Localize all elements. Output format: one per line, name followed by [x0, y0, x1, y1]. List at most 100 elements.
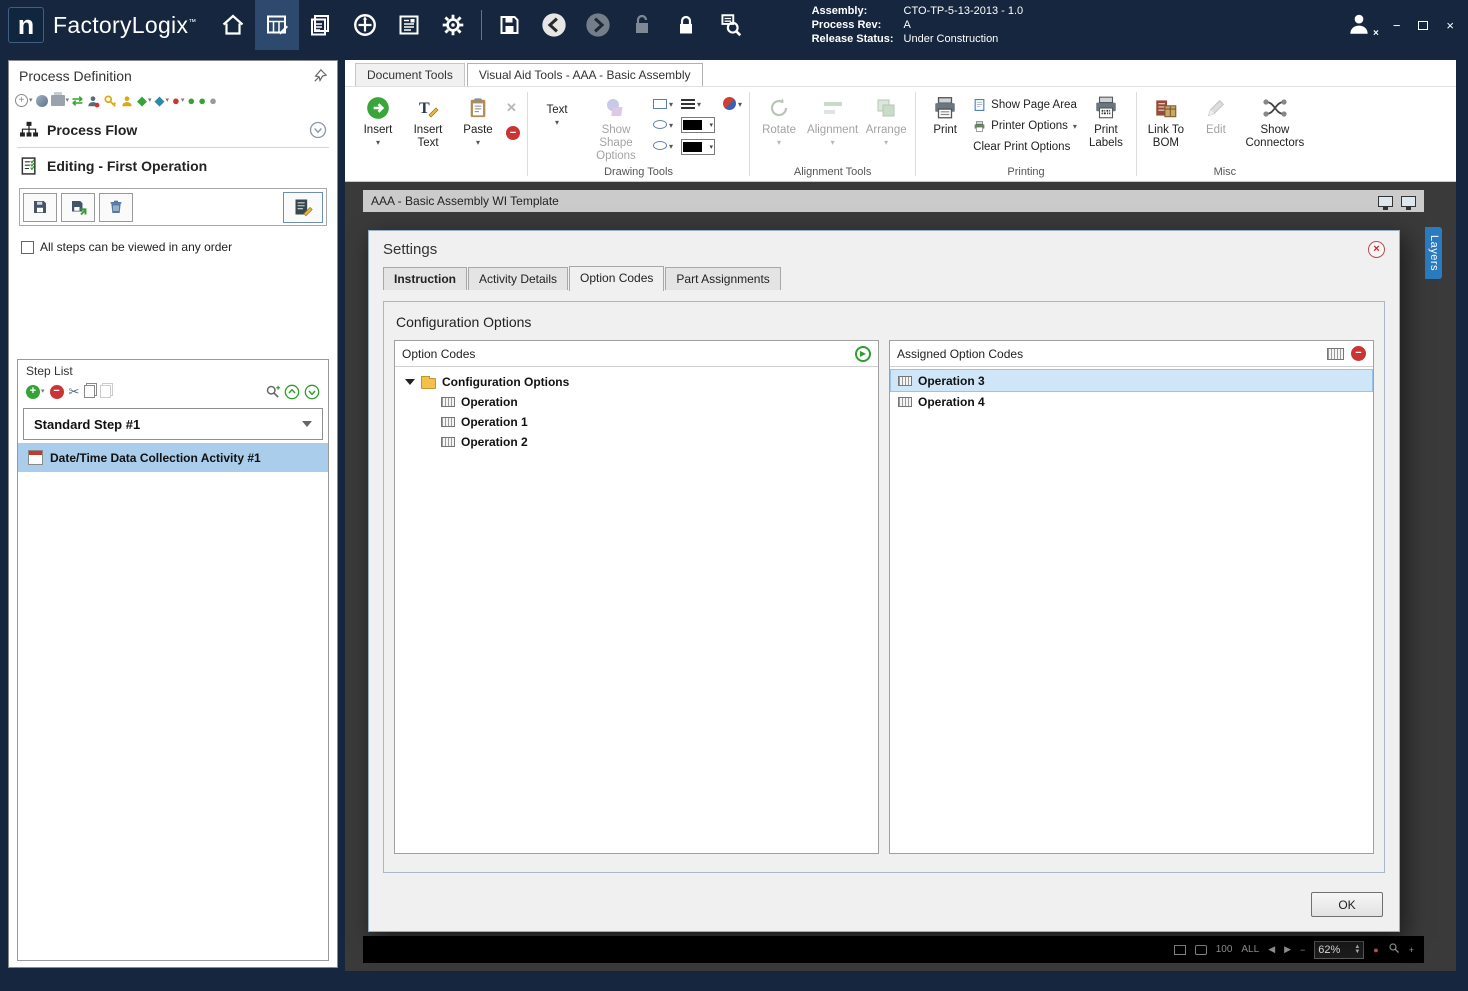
zoom-100-button[interactable]: 100 [1216, 944, 1233, 955]
tree-item-operation-1[interactable]: Operation 1 [399, 412, 874, 432]
start-icon[interactable]: ● [187, 92, 195, 109]
tree-item-operation-2[interactable]: Operation 2 [399, 432, 874, 452]
tree-item-operation[interactable]: Operation [399, 392, 874, 412]
clear-print-options-button[interactable]: Clear Print Options [973, 138, 1077, 156]
maximize-button[interactable] [1418, 20, 1429, 30]
magnifier-icon[interactable] [1388, 942, 1400, 957]
remove-object-icon[interactable]: − [506, 126, 520, 140]
tab-activity-details[interactable]: Activity Details [468, 267, 569, 290]
insert-text-button[interactable]: T Insert Text [406, 92, 450, 150]
close-window-button[interactable]: × [1446, 18, 1454, 33]
ok-button[interactable]: OK [1311, 892, 1383, 917]
assign-option-code-button[interactable]: ▶ [855, 345, 871, 362]
print-button[interactable]: Print [923, 92, 967, 137]
alignment-button[interactable]: Alignment ▾ [807, 92, 858, 147]
stroke-color-dropdown[interactable]: ▾ [681, 117, 716, 133]
export-icon[interactable]: ◆ ▾ [137, 92, 152, 109]
add-step-button[interactable]: + ▾ [26, 383, 45, 400]
save-step-button[interactable] [23, 192, 57, 222]
tab-part-assignments[interactable]: Part Assignments [665, 267, 781, 290]
zoom-out-icon[interactable]: − [1300, 945, 1305, 955]
edit-button[interactable]: Edit [1194, 92, 1238, 137]
zoom-all-button[interactable]: ALL [1241, 944, 1259, 955]
save-button[interactable] [488, 0, 532, 50]
remove-assigned-button[interactable]: − [1351, 346, 1366, 361]
add-circle-icon[interactable]: + ▾ [15, 92, 33, 109]
remove-step-button[interactable]: − [49, 383, 64, 400]
preview-display-icon[interactable] [1378, 195, 1393, 210]
text-button[interactable]: Text ▾ [535, 92, 579, 127]
save-and-close-button[interactable] [61, 192, 95, 222]
print-labels-button[interactable]: Print Labels [1083, 92, 1129, 150]
link-to-bom-button[interactable]: Link To BOM [1144, 92, 1188, 150]
assigned-item-operation-4[interactable]: Operation 4 [891, 391, 1372, 412]
rectangle-shape-button[interactable]: ▾ [653, 96, 673, 111]
tab-visual-aid-tools[interactable]: Visual Aid Tools - AAA - Basic Assembly [466, 63, 703, 86]
any-order-checkbox[interactable] [21, 240, 34, 254]
fit-page-icon[interactable] [1173, 944, 1186, 955]
insert-button[interactable]: Insert ▾ [356, 92, 400, 147]
ellipse-shape-button-2[interactable]: ▾ [653, 138, 673, 153]
ellipse-shape-button[interactable]: ▾ [653, 117, 673, 132]
zoom-spinner-arrows[interactable]: ▲ ▼ [1354, 944, 1360, 955]
key-icon[interactable] [103, 92, 117, 109]
process-editor-button[interactable] [254, 0, 299, 50]
paste-icon[interactable] [100, 383, 112, 400]
collapse-circle-icon[interactable] [309, 121, 327, 139]
user-permissions-icon[interactable] [120, 92, 134, 109]
zoom-in-icon[interactable]: + [1409, 945, 1414, 955]
arrange-button[interactable]: Arrange ▾ [864, 92, 908, 147]
unlock-button[interactable] [620, 0, 664, 50]
attach-icon[interactable] [35, 92, 48, 109]
tab-option-codes[interactable]: Option Codes [569, 266, 665, 291]
find-step-icon[interactable] [265, 383, 280, 400]
color-picker-button[interactable]: ▾ [723, 96, 742, 111]
tree-expander-icon[interactable] [405, 379, 415, 385]
settings-gear-button[interactable] [431, 0, 475, 50]
routing-icon[interactable]: ◆ ▾ [154, 92, 169, 109]
line-style-button[interactable]: ▾ [681, 96, 715, 111]
tab-document-tools[interactable]: Document Tools [355, 63, 465, 86]
printer-options-button[interactable]: Printer Options ▾ [973, 117, 1077, 135]
complete-icon[interactable]: ● [198, 92, 206, 109]
audit-trail-button[interactable] [708, 0, 752, 50]
copy-icon[interactable] [84, 383, 96, 400]
delete-step-button[interactable] [99, 192, 133, 222]
step-item-standard-step-1[interactable]: Standard Step #1 [23, 408, 323, 440]
edit-assigned-icon[interactable] [1327, 347, 1344, 360]
minimize-button[interactable]: − [1393, 18, 1401, 33]
tab-instruction[interactable]: Instruction [383, 267, 467, 290]
move-up-icon[interactable] [284, 383, 300, 400]
zoom-reset-icon[interactable]: ● [1373, 945, 1378, 955]
fill-color-dropdown[interactable]: ▾ [681, 139, 716, 155]
rotate-button[interactable]: Rotate ▾ [757, 92, 801, 147]
pin-icon[interactable] [313, 69, 327, 83]
flag-icon[interactable]: ● ▾ [172, 92, 184, 109]
print-icon[interactable]: ▾ [50, 92, 69, 109]
show-connectors-button[interactable]: Show Connectors [1244, 92, 1306, 150]
edit-instruction-button[interactable] [283, 191, 323, 223]
dialog-close-button[interactable]: × [1368, 241, 1385, 258]
show-page-area-button[interactable]: Show Page Area [973, 96, 1077, 114]
record-icon[interactable]: ● [209, 92, 217, 109]
tree-root-configuration-options[interactable]: Configuration Options [399, 372, 874, 392]
prev-page-icon[interactable]: ◀ [1268, 944, 1275, 955]
layers-tab[interactable]: Layers [1425, 227, 1442, 280]
paste-button[interactable]: Paste ▾ [456, 92, 500, 147]
show-shape-options-button[interactable]: Show Shape Options [585, 92, 647, 164]
fit-width-icon[interactable] [1194, 944, 1207, 955]
lock-button[interactable] [664, 0, 708, 50]
user-assign-icon[interactable] [86, 92, 100, 109]
back-button[interactable] [532, 0, 576, 50]
transfer-icon[interactable]: ⇄ [72, 92, 83, 109]
process-flow-row[interactable]: Process Flow [9, 115, 337, 145]
secondary-display-icon[interactable] [1401, 195, 1416, 210]
logout-user-button[interactable]: × [1345, 11, 1379, 39]
home-button[interactable] [211, 0, 255, 50]
move-down-icon[interactable] [304, 383, 320, 400]
next-page-icon[interactable]: ▶ [1284, 944, 1291, 955]
forward-button[interactable] [576, 0, 620, 50]
cut-x-icon[interactable]: ✕ [506, 100, 520, 116]
templates-button[interactable] [299, 0, 343, 50]
activity-item-selected[interactable]: Date/Time Data Collection Activity #1 [18, 443, 328, 472]
